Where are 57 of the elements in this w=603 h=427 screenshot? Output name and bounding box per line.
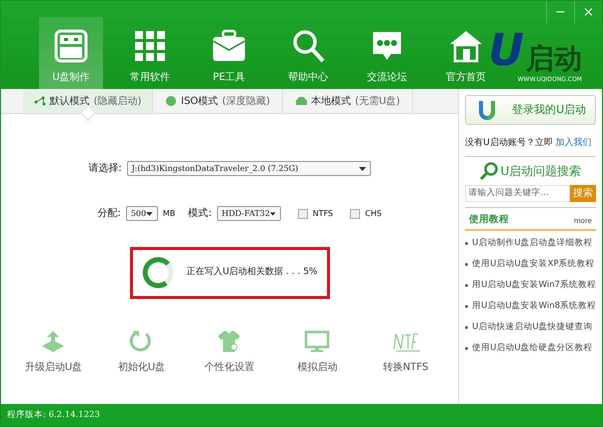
logo-mark: U (488, 29, 524, 73)
device-label: 请选择: (88, 162, 122, 176)
checkbox[interactable] (298, 208, 308, 218)
usb-drive-icon (53, 28, 89, 64)
dropdown-caret-icon (146, 212, 153, 216)
loading-spinner-icon (140, 256, 175, 290)
briefcase-icon (211, 28, 247, 64)
checkbox-label: CHS (365, 208, 382, 220)
mode-tab[interactable]: 本地模式 (无需U盘) (283, 89, 413, 113)
dropdown-caret-icon (358, 166, 366, 170)
tutorial-link[interactable]: 使用U启动U盘安装XP系统教程 (472, 258, 595, 272)
bullet-icon (465, 263, 468, 266)
nav-tab[interactable]: PE工具 (197, 17, 261, 89)
tool-button[interactable]: 转换NTFS (374, 329, 437, 375)
tutorial-link[interactable]: 用U启动U盘安装Win8系统教程 (472, 300, 596, 314)
tutorial-link[interactable]: 使用U启动U盘给硬盘分区教程 (472, 342, 593, 356)
tutorial-link[interactable]: U启动制作U盘启动盘详细教程 (472, 237, 593, 250)
checkbox[interactable] (350, 208, 360, 218)
mode-dropdown[interactable]: HDD-FAT32 (216, 206, 281, 221)
tool-button[interactable]: 初始化U盘 (110, 329, 173, 375)
nav-tab[interactable]: 常用软件 (118, 17, 182, 89)
nav-tab[interactable]: 交流论坛 (355, 17, 419, 89)
device-dropdown[interactable]: J:(hd3)KingstonDataTraveler_2.0 (7.25G) (126, 161, 371, 176)
account-prompt: 没有U启动账号？立即 加入我们 (465, 137, 593, 150)
bullet-icon (465, 305, 468, 308)
house-icon (448, 28, 484, 64)
tutorial-link[interactable]: 用U启动U盘安装Win7系统教程 (472, 279, 596, 292)
bullet-icon (465, 326, 468, 330)
drive-icon (294, 95, 307, 107)
tool-button[interactable]: 模拟启动 (286, 329, 349, 375)
share-icon (34, 95, 46, 107)
login-button[interactable]: 登录我的U启动 (465, 95, 596, 125)
search-input[interactable]: 请输入问题关键字... (465, 184, 570, 202)
logo-text: 启动 (526, 45, 582, 73)
allocation-label: 分配: (97, 207, 121, 221)
join-link[interactable]: 加入我们 (556, 138, 592, 148)
nav-tab[interactable]: 帮助中心 (276, 17, 340, 89)
tool-button[interactable]: 个性化设置 (198, 329, 261, 375)
tutorial-link[interactable]: U启动快速启动U盘快捷键查询 (472, 321, 593, 334)
disc-icon (165, 95, 177, 107)
bullet-icon (465, 242, 468, 246)
progress-message: 正在写入U启动相关数据 . . . 5% (186, 266, 318, 280)
mode-label: 模式: (188, 206, 212, 221)
unit-label: MB (162, 208, 176, 220)
checkbox-label: NTFS (312, 208, 334, 220)
tool-button[interactable]: 升级启动U盘 (22, 329, 85, 375)
bullet-icon (465, 284, 468, 288)
monitor-icon (304, 329, 332, 353)
bullet-icon (465, 347, 468, 350)
version-text: 程序版本: 6.2.14.1223 (1, 404, 602, 426)
search-title: U启动问题搜索 (500, 162, 582, 180)
grid-icon (132, 28, 168, 64)
mode-tab[interactable]: ISO模式 (深度隐藏) (153, 89, 283, 113)
search-icon (480, 162, 498, 180)
allocation-dropdown[interactable]: 500 (126, 206, 158, 221)
tutorials-title: 使用教程 (469, 212, 510, 226)
dropdown-caret-icon (270, 212, 276, 216)
